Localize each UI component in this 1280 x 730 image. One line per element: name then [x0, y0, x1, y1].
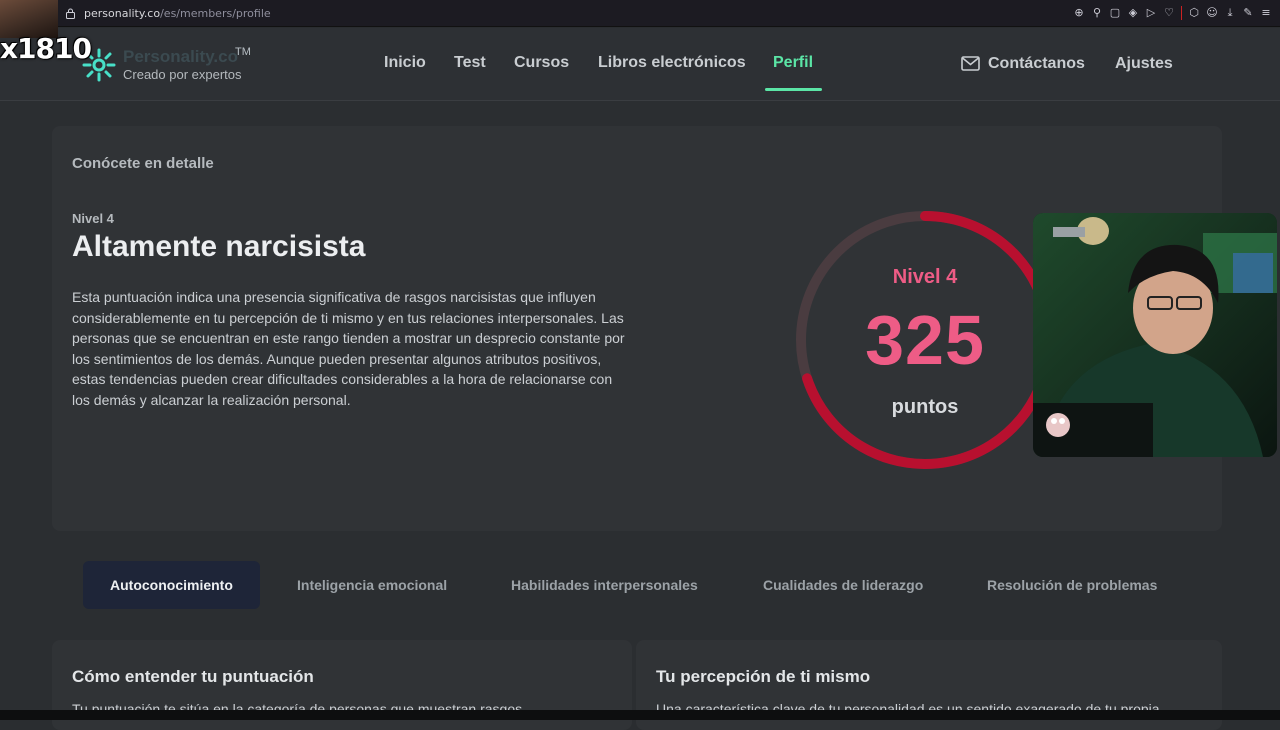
toolbar-icons: ⊕ ⚲ ▢ ◈ ▷ ♡ ⬡ ☺ ⤓ ✎ ≡ [1073, 6, 1272, 20]
settings-link[interactable]: Ajustes [1115, 55, 1173, 73]
tab-cualidades-liderazgo[interactable]: Cualidades de liderazgo [736, 561, 950, 609]
tab-inteligencia-emocional[interactable]: Inteligencia emocional [270, 561, 474, 609]
extensions-icon[interactable]: ⬡ [1188, 6, 1200, 20]
nav-libros[interactable]: Libros electrónicos [598, 54, 746, 72]
nav-perfil[interactable]: Perfil [773, 54, 813, 72]
play-icon[interactable]: ▷ [1145, 6, 1157, 20]
section-title-self: Tu percepción de ti mismo [656, 667, 871, 686]
ai-icon[interactable]: ✎ [1242, 6, 1254, 20]
webcam-overlay [1033, 213, 1277, 457]
trademark: TM [235, 46, 251, 58]
section-title-score: Cómo entender tu puntuación [72, 667, 314, 686]
address-bar[interactable]: personality.co/es/members/profile [84, 7, 271, 20]
tab-autoconocimiento[interactable]: Autoconocimiento [83, 561, 260, 609]
tab-habilidades-interpersonales[interactable]: Habilidades interpersonales [484, 561, 725, 609]
reader-icon[interactable]: ▢ [1109, 6, 1121, 20]
brand-tagline: Creado por expertos [123, 67, 242, 82]
browser-toolbar: personality.co/es/members/profile ⊕ ⚲ ▢ … [0, 0, 1280, 27]
mail-icon[interactable] [961, 56, 980, 71]
brand-name[interactable]: Personality.co [123, 47, 238, 67]
video-bottom-edge [0, 710, 1280, 720]
result-description: Esta puntuación indica una presencia sig… [72, 289, 625, 408]
account-icon[interactable]: ☺ [1206, 6, 1218, 20]
shield-icon[interactable]: ◈ [1127, 6, 1139, 20]
level-label: Nivel 4 [72, 211, 114, 226]
toolbar-divider [1181, 6, 1182, 20]
nav-cursos[interactable]: Cursos [514, 54, 569, 72]
section-eyebrow: Conócete en detalle [72, 155, 214, 172]
menu-icon[interactable]: ≡ [1260, 6, 1272, 20]
url-path: /es/members/profile [160, 7, 271, 20]
zoom-icon[interactable]: ⊕ [1073, 6, 1085, 20]
nav-test[interactable]: Test [454, 54, 486, 72]
gauge-unit: puntos [891, 396, 959, 418]
pin-icon[interactable]: ⚲ [1091, 6, 1103, 20]
contact-link[interactable]: Contáctanos [988, 55, 1085, 73]
gauge-level: Nivel 4 [892, 266, 958, 288]
heart-icon[interactable]: ♡ [1163, 6, 1175, 20]
nav-active-indicator [765, 88, 822, 91]
url-host: personality.co [84, 7, 161, 20]
nav-inicio[interactable]: Inicio [384, 54, 426, 72]
download-icon[interactable]: ⤓ [1224, 6, 1236, 20]
streamer-handle: x1810 [0, 32, 92, 65]
result-headline: Altamente narcisista [72, 230, 366, 263]
tab-resolucion-problemas[interactable]: Resolución de problemas [960, 561, 1184, 609]
lock-icon [66, 8, 75, 19]
gauge-score: 325 [865, 301, 985, 379]
